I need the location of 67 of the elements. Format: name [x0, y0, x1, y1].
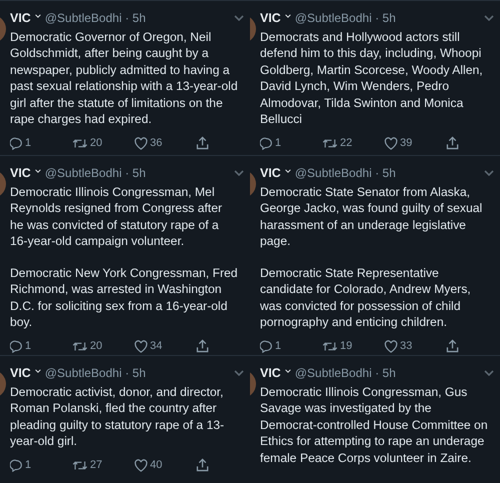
action-count: 1	[25, 338, 32, 354]
action-count: 1	[275, 136, 282, 151]
caret-icon	[34, 368, 41, 373]
chevron-down-icon	[234, 370, 244, 376]
action-count: 22	[340, 136, 352, 151]
user-name: VIC	[10, 10, 31, 27]
reply-icon[interactable]	[10, 340, 23, 352]
share-icon[interactable]	[196, 458, 209, 472]
share-icon[interactable]	[446, 136, 459, 150]
action-count: 1	[25, 458, 32, 473]
reply-icon[interactable]	[10, 458, 23, 472]
tweet-text: Democratic Governor of Oregon, Neil Goldschmidt, after being caught by a newspaper, publicly admitted to having a past sexual relationship with a 13-year-old girl after the statute of limitations on the rape charges had expired.	[10, 28, 238, 128]
handle-time: @SubtleBodhi · 5h	[44, 365, 146, 382]
heart-icon[interactable]	[384, 340, 398, 352]
user-name: VIC	[10, 365, 31, 382]
tweet-text: Democratic Illinois Congressman, Gus Savage was investigated by the Democrat-controlled House Committee on Ethics for attempting to rape an underage female Peace Corps volunteer in Zaire.	[260, 384, 488, 466]
action-count: 19	[340, 338, 352, 354]
user-name: VIC	[10, 165, 31, 182]
heart-icon[interactable]	[384, 136, 398, 150]
chevron-down-icon	[234, 170, 244, 176]
handle-time: @SubtleBodhi · 5h	[44, 10, 146, 28]
share-icon[interactable]	[446, 339, 459, 353]
tweet-text: Democratic Illinois Congressman, Mel Reynolds resigned from Congress after he was convicted of statutory rape of a 16-year-old campaign volunteer.	[10, 184, 224, 250]
tweet-text: Democratic State Representative candidate for Colorado, Andrew Myers, was convicted for possession of child pornography and enticing children.	[260, 264, 472, 331]
share-icon[interactable]	[196, 136, 209, 150]
handle-time: @SubtleBodhi · 5h	[294, 10, 396, 28]
chevron-down-icon	[484, 15, 494, 22]
action-count: 1	[275, 338, 282, 354]
chevron-down-icon	[484, 370, 494, 376]
tweet-text: Democratic activist, donor, and director, Roman Polanski, fled the country after pleading guilty to statutory rape of a 13-year-old girl.	[10, 384, 226, 450]
action-count: 36	[150, 136, 162, 151]
retweet-icon[interactable]	[322, 136, 338, 150]
user-name: VIC	[260, 165, 281, 182]
action-count: 39	[400, 136, 412, 151]
action-count: 27	[90, 458, 102, 473]
tweet-text: Democratic State Senator from Alaska, George Jacko, was found guilty of sexual harassment of an underage legislative page.	[260, 184, 484, 250]
caret-icon	[34, 14, 41, 18]
handle-time: @SubtleBodhi · 5h	[294, 365, 396, 382]
chevron-down-icon	[484, 170, 494, 176]
action-count: 20	[90, 136, 102, 151]
tweet-text: Democratic New York Congressman, Fred Richmond, was arrested in Washington D.C. for soliciting sex from a 16-year-old boy.	[10, 264, 238, 331]
retweet-icon[interactable]	[72, 136, 88, 150]
reply-icon[interactable]	[260, 340, 273, 352]
action-count: 40	[150, 458, 162, 473]
reply-icon[interactable]	[260, 136, 273, 150]
action-count: 33	[400, 338, 412, 354]
retweet-icon[interactable]	[322, 340, 338, 352]
retweet-icon[interactable]	[72, 340, 88, 352]
retweet-icon[interactable]	[72, 458, 88, 472]
handle-time: @SubtleBodhi · 5h	[44, 165, 146, 182]
heart-icon[interactable]	[134, 136, 148, 150]
caret-icon	[34, 168, 41, 173]
action-count: 34	[150, 338, 162, 354]
action-count: 1	[25, 136, 32, 151]
action-count: 20	[90, 338, 102, 354]
user-name: VIC	[260, 10, 281, 27]
user-name: VIC	[260, 365, 281, 382]
heart-icon[interactable]	[134, 458, 148, 472]
heart-icon[interactable]	[134, 340, 148, 352]
caret-icon	[284, 14, 291, 18]
handle-time: @SubtleBodhi · 5h	[294, 165, 396, 182]
share-icon[interactable]	[196, 339, 209, 353]
tweet-text: Democrats and Hollywood actors still defend him to this day, including, Whoopi Goldberg, Martin Scorcese, Woody Allen, David Lynch, Wim Wenders, Pedro Almodovar, Tilda Swinton and Monica Bellucci	[260, 28, 484, 128]
caret-icon	[284, 368, 291, 373]
chevron-down-icon	[234, 15, 244, 22]
caret-icon	[284, 168, 291, 173]
reply-icon[interactable]	[10, 136, 23, 150]
